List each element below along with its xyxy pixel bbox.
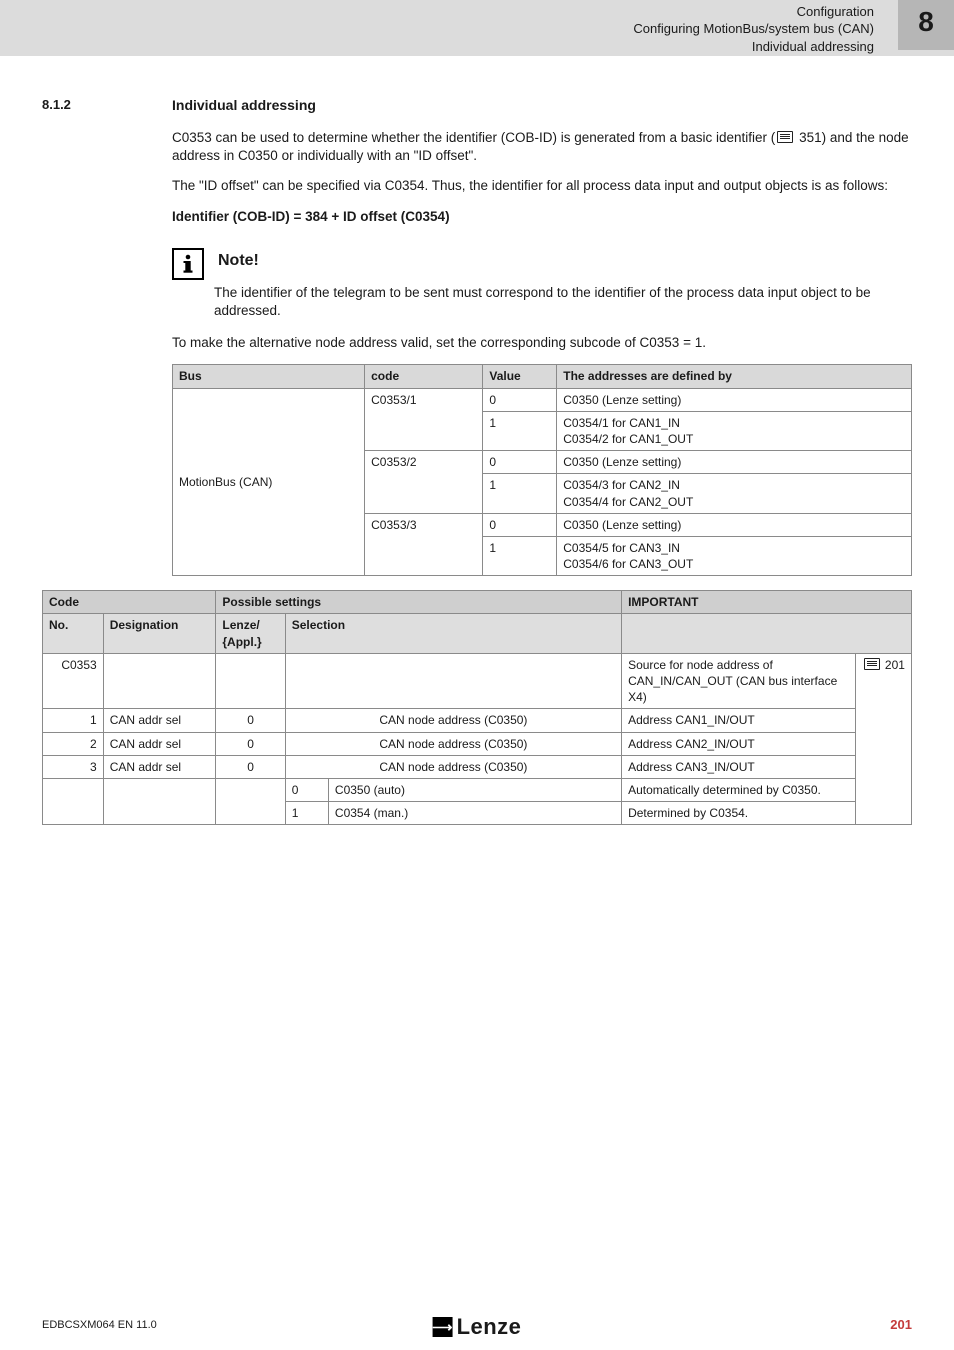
ct-sel: CAN node address (C0350)	[285, 755, 621, 778]
page-ref-icon	[777, 131, 793, 143]
ct-pageref-num: 201	[882, 658, 905, 672]
bus-val: 0	[483, 513, 557, 536]
ct-desig: CAN addr sel	[103, 732, 216, 755]
ct-sel-b: C0350 (auto)	[328, 778, 621, 801]
bus-def: C0354/5 for CAN3_IN C0354/6 for CAN3_OUT	[557, 536, 912, 575]
bus-val: 0	[483, 388, 557, 411]
page-number: 201	[890, 1316, 912, 1334]
ct-lenze: 0	[216, 709, 285, 732]
ct-sel-a: 0	[285, 778, 328, 801]
chapter-number: 8	[918, 3, 934, 41]
bus-code-3: C0353/3	[365, 513, 483, 576]
ct-important: Address CAN3_IN/OUT	[622, 755, 856, 778]
ct-important: Determined by C0354.	[622, 802, 856, 825]
ct-lenze	[216, 778, 285, 824]
paragraph-2: The "ID offset" can be specified via C03…	[172, 177, 912, 195]
ct-h1-possible: Possible settings	[216, 591, 622, 614]
ct-h2-no: No.	[43, 614, 104, 653]
brand-logo: ⟶ Lenze	[433, 1312, 522, 1342]
header-bar: Configuration Configuring MotionBus/syst…	[0, 0, 954, 56]
ct-sel	[285, 653, 621, 709]
bus-def: C0350 (Lenze setting)	[557, 513, 912, 536]
bus-th-code: code	[365, 365, 483, 388]
note-block: Note!	[172, 246, 912, 280]
note-heading: Note!	[218, 250, 259, 272]
page-ref-icon	[864, 658, 880, 670]
ct-pageref: 201	[855, 653, 911, 825]
ct-h2-blank	[622, 614, 912, 653]
doc-id: EDBCSXM064 EN 11.0	[42, 1318, 157, 1333]
ct-h1-code: Code	[43, 591, 216, 614]
ct-no: 3	[43, 755, 104, 778]
bus-val: 1	[483, 474, 557, 513]
chapter-number-badge: 8	[898, 0, 954, 50]
section-title: Individual addressing	[172, 96, 316, 115]
paragraph-1: C0353 can be used to determine whether t…	[172, 129, 912, 165]
brand-logo-mark: ⟶	[433, 1317, 453, 1337]
bus-th-def: The addresses are defined by	[557, 365, 912, 388]
ct-lenze: 0	[216, 755, 285, 778]
brand-name: Lenze	[457, 1312, 522, 1342]
bus-def: C0350 (Lenze setting)	[557, 451, 912, 474]
ct-desig: CAN addr sel	[103, 709, 216, 732]
code-table: Code Possible settings IMPORTANT No. Des…	[42, 590, 912, 825]
ct-h2-sel: Selection	[285, 614, 621, 653]
page-subtitle-2: Individual addressing	[633, 38, 874, 56]
ct-lenze	[216, 653, 285, 709]
page-subtitle-1: Configuring MotionBus/system bus (CAN)	[633, 20, 874, 38]
ct-sel: CAN node address (C0350)	[285, 709, 621, 732]
ct-desig: CAN addr sel	[103, 755, 216, 778]
page-title: Configuration	[633, 3, 874, 21]
paragraph-1a: C0353 can be used to determine whether t…	[172, 130, 775, 145]
ct-h1-important: IMPORTANT	[622, 591, 912, 614]
ct-h2-lenze: Lenze/ {Appl.}	[216, 614, 285, 653]
bus-val: 1	[483, 536, 557, 575]
identifier-formula: Identifier (COB-ID) = 384 + ID offset (C…	[172, 208, 912, 226]
info-icon	[172, 248, 204, 280]
bus-code-2: C0353/2	[365, 451, 483, 514]
ct-sel-a: 1	[285, 802, 328, 825]
bus-table: Bus code Value The addresses are defined…	[172, 364, 912, 576]
ct-desig	[103, 778, 216, 824]
bus-val: 1	[483, 411, 557, 450]
note-body: The identifier of the telegram to be sen…	[214, 284, 912, 320]
ct-important: Address CAN2_IN/OUT	[622, 732, 856, 755]
ct-lenze: 0	[216, 732, 285, 755]
bus-label: MotionBus (CAN)	[173, 388, 365, 576]
paragraph-4: To make the alternative node address val…	[172, 334, 912, 352]
ct-important: Source for node address of CAN_IN/CAN_OU…	[622, 653, 856, 709]
ct-important: Address CAN1_IN/OUT	[622, 709, 856, 732]
bus-val: 0	[483, 451, 557, 474]
ct-desig	[103, 653, 216, 709]
bus-def: C0354/1 for CAN1_IN C0354/2 for CAN1_OUT	[557, 411, 912, 450]
bus-def: C0354/3 for CAN2_IN C0354/4 for CAN2_OUT	[557, 474, 912, 513]
section-number: 8.1.2	[42, 96, 136, 115]
bus-code-1: C0353/1	[365, 388, 483, 451]
ct-important: Automatically determined by C0350.	[622, 778, 856, 801]
ct-sel-b: C0354 (man.)	[328, 802, 621, 825]
bus-th-bus: Bus	[173, 365, 365, 388]
ct-no: C0353	[43, 653, 104, 709]
ct-h2-desig: Designation	[103, 614, 216, 653]
ct-no: 1	[43, 709, 104, 732]
bus-def: C0350 (Lenze setting)	[557, 388, 912, 411]
ct-no: 2	[43, 732, 104, 755]
bus-th-value: Value	[483, 365, 557, 388]
ct-sel: CAN node address (C0350)	[285, 732, 621, 755]
ct-no	[43, 778, 104, 824]
